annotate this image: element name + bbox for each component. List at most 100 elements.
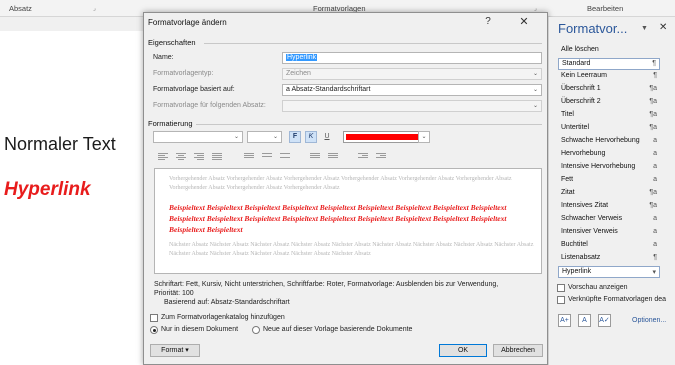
style-item[interactable]: Buchtitel a: [558, 240, 660, 252]
new-documents-radio[interactable]: [252, 326, 260, 334]
only-this-document-radio[interactable]: [150, 326, 158, 334]
format-menu-button[interactable]: Format ▾: [150, 344, 200, 357]
help-button[interactable]: ?: [480, 14, 496, 30]
style-item-label: Standard: [562, 60, 591, 67]
font-color-dropdown[interactable]: ⌄: [418, 131, 430, 143]
line-spacing-1-5-icon[interactable]: [262, 153, 272, 161]
add-to-gallery-checkbox[interactable]: [150, 314, 158, 322]
preview-previous-paragraph: Vorhergehender Absatz Vorhergehender Abs…: [169, 176, 512, 191]
style-item[interactable]: Fett a: [558, 175, 660, 187]
dialog-title: Formatvorlage ändern: [148, 18, 227, 27]
paragraph-launcher-icon[interactable]: ⌟: [93, 6, 100, 13]
style-item[interactable]: Schwache Hervorhebung a: [558, 136, 660, 148]
style-item[interactable]: Überschrift 1 ¶a: [558, 84, 660, 96]
modify-style-dialog: Formatvorlage ändern ? ✕ Eigenschaften N…: [143, 12, 548, 365]
style-item[interactable]: Standard ¶: [558, 58, 660, 70]
styles-pane: Formatvor... ▼ ✕ Alle löschen Standard ¶ Ke…: [548, 17, 675, 365]
underline-button[interactable]: U: [321, 131, 333, 143]
style-item[interactable]: Intensiver Verweis a: [558, 227, 660, 239]
style-item-label: Schwacher Verweis: [561, 215, 623, 222]
properties-divider: [204, 43, 542, 44]
show-preview-checkbox[interactable]: [557, 284, 565, 292]
style-type-label: Formatvorlagentyp:: [153, 70, 214, 77]
style-item[interactable]: Intensive Hervorhebung a: [558, 162, 660, 174]
space-after-icon[interactable]: [328, 153, 338, 161]
space-before-icon[interactable]: [310, 153, 320, 161]
bold-button[interactable]: F: [289, 131, 301, 143]
style-item[interactable]: Zitat ¶a: [558, 188, 660, 200]
font-size-select[interactable]: ⌄: [247, 131, 282, 143]
style-description-line2: Priorität: 100: [154, 290, 194, 297]
style-type-select: Zeichen ⌄: [282, 68, 542, 80]
manage-styles-icon[interactable]: A✓: [598, 314, 611, 327]
based-on-label: Formatvorlage basiert auf:: [153, 86, 235, 93]
style-type-icon: a: [653, 228, 657, 235]
style-item[interactable]: Intensives Zitat ¶a: [558, 201, 660, 213]
increase-indent-icon[interactable]: [376, 153, 386, 161]
style-item[interactable]: Schwacher Verweis a: [558, 214, 660, 226]
options-link[interactable]: Optionen...: [632, 317, 666, 324]
style-item[interactable]: Untertitel ¶a: [558, 123, 660, 135]
styles-pane-title: Formatvor...: [558, 21, 628, 36]
style-item-label: Kein Leerraum: [561, 72, 607, 79]
style-item-label: Buchtitel: [561, 241, 588, 248]
style-type-icon: ¶a: [649, 189, 657, 196]
ribbon-group-edit: Bearbeiten: [587, 4, 624, 13]
style-item-label: Intensive Hervorhebung: [561, 163, 636, 170]
cancel-button[interactable]: Abbrechen: [493, 344, 543, 357]
pane-options-chevron-icon[interactable]: ▼: [641, 25, 648, 32]
align-right-icon[interactable]: [194, 153, 204, 161]
decrease-indent-icon[interactable]: [358, 153, 368, 161]
style-item-label: Listenabsatz: [561, 254, 601, 261]
line-spacing-double-icon[interactable]: [280, 153, 290, 161]
new-style-icon[interactable]: A+: [558, 314, 571, 327]
document-normal-text[interactable]: Normaler Text: [4, 134, 116, 155]
disable-linked-styles-checkbox[interactable]: [557, 296, 565, 304]
style-preview: Vorhergehender Absatz Vorhergehender Abs…: [154, 168, 542, 274]
based-on-select[interactable]: a Absatz-Standardschriftart ⌄: [282, 84, 542, 96]
ribbon-group-paragraph: Absatz: [9, 4, 32, 13]
document-hyperlink-text[interactable]: Hyperlink: [4, 179, 91, 201]
formatting-header: Formatierung: [148, 119, 193, 128]
next-paragraph-select: ⌄: [282, 100, 542, 112]
line-spacing-single-icon[interactable]: [244, 153, 254, 161]
name-field[interactable]: Hyperlink: [282, 52, 542, 64]
style-item[interactable]: Hervorhebung a: [558, 149, 660, 161]
add-to-gallery-label: Zum Formatvorlagenkatalog hinzufügen: [161, 314, 285, 321]
style-item[interactable]: Alle löschen: [558, 45, 660, 57]
style-item-label: Fett: [561, 176, 574, 183]
chevron-down-icon: ⌄: [233, 134, 240, 140]
pane-close-icon[interactable]: ✕: [659, 22, 667, 33]
name-value: Hyperlink: [286, 54, 318, 61]
chevron-down-icon: ⌄: [532, 71, 539, 77]
style-item[interactable]: Hyperlink ▾: [558, 266, 660, 278]
chevron-down-icon: ⌄: [532, 87, 539, 93]
style-type-icon: ¶: [653, 72, 657, 79]
style-type-icon: a: [653, 176, 657, 183]
style-type-icon: a: [653, 137, 657, 144]
style-type-icon: ▾: [652, 269, 656, 276]
font-select[interactable]: ⌄: [153, 131, 243, 143]
align-center-icon[interactable]: [176, 153, 186, 161]
style-item-label: Untertitel: [561, 124, 590, 131]
next-paragraph-label: Formatvorlage für folgenden Absatz:: [153, 102, 266, 109]
style-type-icon: ¶: [653, 254, 657, 261]
based-on-value: a Absatz-Standardschriftart: [286, 86, 371, 93]
style-description-line1: Schriftart: Fett, Kursiv, Nicht unterstr…: [154, 281, 499, 288]
style-item[interactable]: Überschrift 2 ¶a: [558, 97, 660, 109]
align-justify-icon[interactable]: [212, 153, 222, 161]
font-color-picker[interactable]: [343, 131, 421, 143]
style-inspector-icon[interactable]: A: [578, 314, 591, 327]
style-item-label: Hyperlink: [562, 268, 592, 275]
style-type-icon: a: [653, 215, 657, 222]
italic-button[interactable]: K: [305, 131, 317, 143]
close-icon[interactable]: ✕: [516, 14, 532, 30]
style-item[interactable]: Kein Leerraum ¶: [558, 71, 660, 83]
align-left-icon[interactable]: [158, 153, 168, 161]
style-type-value: Zeichen: [286, 70, 311, 77]
style-item-label: Zitat: [561, 189, 575, 196]
style-item[interactable]: Titel ¶a: [558, 110, 660, 122]
font-color-swatch: [346, 134, 418, 140]
style-item[interactable]: Listenabsatz ¶: [558, 253, 660, 265]
ok-button[interactable]: OK: [439, 344, 487, 357]
